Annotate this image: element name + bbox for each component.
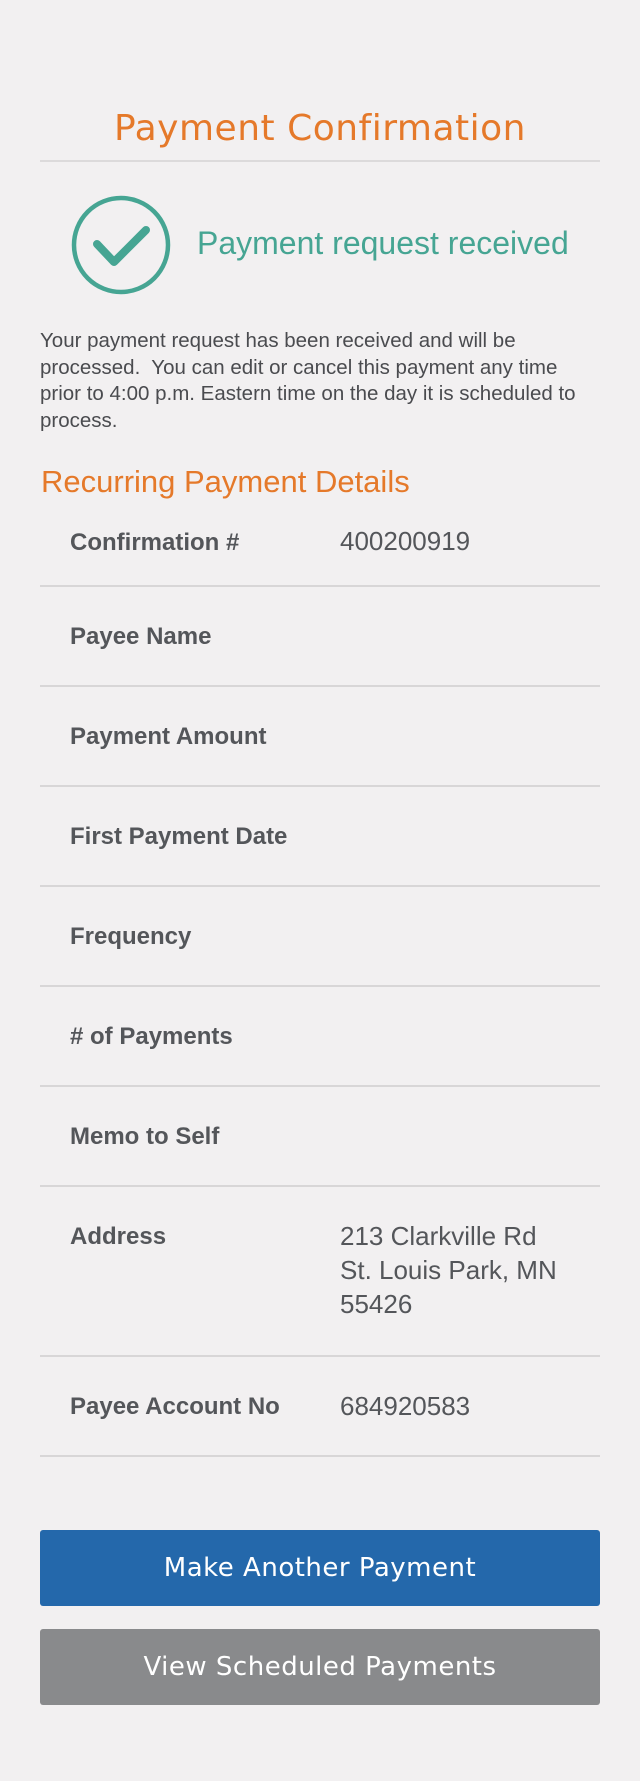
detail-row-payment-amount: Payment Amount [40, 687, 600, 787]
detail-row-payee-account: Payee Account No 684920583 [40, 1357, 600, 1457]
confirmation-number: 400200919 [340, 526, 471, 556]
success-banner: Payment request received [71, 195, 600, 295]
detail-label: Frequency [70, 923, 192, 950]
address-value: 213 Clarkville Rd St. Louis Park, MN 554… [340, 1221, 557, 1319]
title-divider [40, 160, 600, 162]
detail-row-memo: Memo to Self [40, 1087, 600, 1187]
detail-label: Payee Name [70, 623, 212, 650]
confirmation-description: Your payment request has been received a… [40, 329, 582, 432]
payee-account-value: 684920583 [340, 1391, 471, 1421]
detail-row-address: Address 213 Clarkville Rd St. Louis Park… [40, 1187, 600, 1357]
detail-row-first-payment-date: First Payment Date [40, 787, 600, 887]
detail-label: Payee Account No [70, 1393, 280, 1420]
detail-label: First Payment Date [70, 823, 288, 850]
details-list: Confirmation # 400200919 Payee Name Paym… [40, 512, 600, 1457]
detail-label: Payment Amount [70, 723, 267, 750]
detail-row-number-of-payments: # of Payments [40, 987, 600, 1087]
detail-row-payee-name: Payee Name [40, 587, 600, 687]
detail-row-confirmation: Confirmation # 400200919 [40, 512, 600, 587]
detail-label: Confirmation # [70, 529, 240, 556]
section-title: Recurring Payment Details [41, 464, 410, 499]
detail-row-frequency: Frequency [40, 887, 600, 987]
detail-label: Memo to Self [70, 1123, 220, 1150]
success-message: Payment request received [197, 225, 569, 261]
make-another-payment-button[interactable]: Make Another Payment [40, 1530, 600, 1606]
page-title: Payment Confirmation [114, 108, 526, 149]
detail-label: # of Payments [70, 1023, 233, 1050]
checkmark-circle-icon [71, 195, 171, 295]
detail-label: Address [70, 1223, 167, 1250]
view-scheduled-payments-button[interactable]: View Scheduled Payments [40, 1629, 600, 1705]
